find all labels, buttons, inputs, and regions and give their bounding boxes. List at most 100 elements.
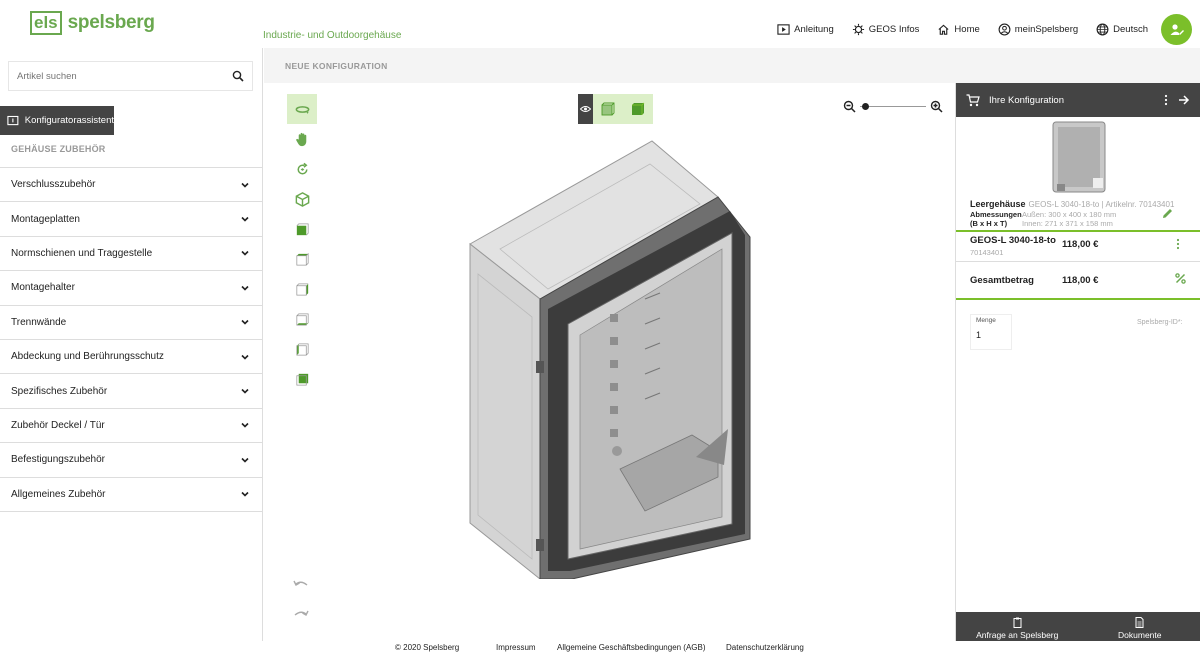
logo-text: spelsberg: [67, 12, 155, 33]
tagline: Industrie- und Outdoorgehäuse: [263, 30, 402, 41]
nav-language-label: Deutsch: [1113, 24, 1148, 35]
undo-icon: [293, 580, 308, 586]
view-left-tool[interactable]: [287, 334, 317, 364]
gear-icon: [852, 23, 864, 36]
visibility-toggle[interactable]: [578, 94, 593, 124]
chevron-down-icon: [241, 217, 249, 222]
zoom-control: [843, 99, 943, 113]
user-edit-icon: [1170, 23, 1184, 35]
category-verschlusszubehoer[interactable]: Verschlusszubehör: [0, 168, 262, 203]
chevron-down-icon: [241, 388, 249, 394]
rotate-tool[interactable]: [287, 94, 317, 124]
dims-label: Abmessungen: [970, 210, 1022, 219]
product-dimensions: Abmessungen Außen: 300 x 400 x 180 mm (B…: [970, 210, 1116, 228]
divider: [956, 261, 1200, 262]
category-trennwaende[interactable]: Trennwände: [0, 306, 262, 340]
page-footer: © 2020 Spelsberg Impressum Allgemeine Ge…: [0, 641, 1200, 653]
pan-tool[interactable]: [287, 124, 317, 154]
category-montageplatten[interactable]: Montageplatten: [0, 202, 262, 237]
search-box: [8, 61, 253, 91]
redo-button[interactable]: [292, 609, 310, 624]
assistant-icon: [7, 115, 19, 125]
cube-icon: [295, 191, 309, 207]
cube-left-icon: [295, 342, 309, 356]
footer-agb-link[interactable]: Allgemeine Geschäftsbedingungen (AGB): [557, 643, 706, 652]
reset-view-tool[interactable]: [287, 154, 317, 184]
pencil-icon[interactable]: [1161, 207, 1174, 220]
redo-icon: [294, 610, 309, 616]
chevron-down-icon: [241, 285, 249, 291]
nav-mein-spelsberg-label: meinSpelsberg: [1014, 24, 1079, 35]
view-right-tool[interactable]: [287, 274, 317, 304]
clipboard-icon: [1013, 617, 1022, 628]
user-menu-button[interactable]: [1161, 14, 1192, 45]
zoom-in-icon[interactable]: [930, 100, 943, 113]
category-label: Zubehör Deckel / Tür: [11, 419, 105, 431]
cube-back-icon: [295, 373, 308, 386]
product-type-line: Leergehäuse GEOS-L 3040-18-to | Artikeln…: [970, 199, 1174, 209]
category-label: Trennwände: [11, 316, 67, 328]
view-mode-toggle: [578, 94, 653, 124]
logo-mark: els: [30, 11, 62, 35]
search-icon[interactable]: [232, 70, 244, 82]
view-back-tool[interactable]: [287, 364, 317, 394]
chevron-down-icon: [241, 457, 249, 463]
nav-language[interactable]: Deutsch: [1096, 23, 1148, 36]
line-item-price: 118,00 €: [1062, 239, 1099, 250]
cube-transparent-icon: [601, 102, 615, 116]
quantity-field[interactable]: Menge 1: [970, 314, 1012, 350]
line-item-menu-button[interactable]: [1175, 238, 1181, 253]
home-icon: [938, 24, 949, 35]
category-zubehoer-deckel-tuer[interactable]: Zubehör Deckel / Tür: [0, 409, 262, 444]
arrow-right-icon[interactable]: [1178, 94, 1190, 106]
zoom-slider[interactable]: [860, 102, 926, 110]
category-label: Normschienen und Traggestelle: [11, 247, 153, 259]
undo-button[interactable]: [292, 579, 310, 594]
chevron-down-icon: [241, 354, 249, 360]
category-abdeckung[interactable]: Abdeckung und Berührungsschutz: [0, 340, 262, 375]
play-icon: [777, 24, 790, 35]
zoom-out-icon[interactable]: [843, 100, 856, 113]
nav-mein-spelsberg[interactable]: meinSpelsberg: [998, 23, 1078, 36]
discount-button[interactable]: [1175, 273, 1186, 287]
category-label: Spezifisches Zubehör: [11, 385, 108, 397]
divider: [956, 230, 1200, 232]
spelsberg-logo[interactable]: els spelsberg: [30, 11, 155, 35]
category-allgemeines-zubehoer[interactable]: Allgemeines Zubehör: [0, 478, 262, 512]
configuration-footer: Anfrage an Spelsberg Dokumente: [956, 612, 1200, 641]
transparent-view-button[interactable]: [593, 100, 623, 118]
category-label: Montagehalter: [11, 282, 75, 294]
search-input[interactable]: [17, 70, 232, 82]
assistant-label: Konfiguratorassistent: [24, 115, 114, 126]
nav-geos-infos[interactable]: GEOS Infos: [852, 23, 919, 36]
rotate-icon: [295, 105, 309, 114]
category-spezifisches-zubehoer[interactable]: Spezifisches Zubehör: [0, 374, 262, 409]
zoom-slider-handle[interactable]: [862, 102, 869, 110]
header: els spelsberg Industrie- und Outdoorgehä…: [0, 0, 1200, 48]
divider: [956, 298, 1200, 300]
category-befestigungszubehoer[interactable]: Befestigungszubehör: [0, 443, 262, 478]
enclosure-3d-model: [469, 140, 751, 579]
more-vertical-icon: [1176, 238, 1180, 250]
category-montagehalter[interactable]: Montagehalter: [0, 271, 262, 306]
view-iso-tool[interactable]: [287, 184, 317, 214]
top-navigation: Anleitung GEOS Infos Home meinSpelsberg …: [777, 23, 1148, 36]
footer-impressum-link[interactable]: Impressum: [496, 643, 536, 652]
view-front-tool[interactable]: [287, 214, 317, 244]
eye-icon: [580, 106, 591, 112]
cube-front-icon: [296, 222, 309, 235]
category-normschienen[interactable]: Normschienen und Traggestelle: [0, 237, 262, 272]
view-top-tool[interactable]: [287, 244, 317, 274]
nav-home[interactable]: Home: [937, 23, 980, 36]
nav-anleitung[interactable]: Anleitung: [777, 23, 834, 36]
3d-viewer[interactable]: [264, 83, 955, 641]
request-button[interactable]: Anfrage an Spelsberg: [956, 612, 1079, 641]
view-bottom-tool[interactable]: [287, 304, 317, 334]
more-vertical-icon[interactable]: [1163, 94, 1169, 106]
documents-button[interactable]: Dokumente: [1079, 612, 1200, 641]
cart-icon: [966, 93, 980, 106]
footer-privacy-link[interactable]: Datenschutzerklärung: [726, 643, 804, 652]
solid-view-button[interactable]: [623, 100, 653, 118]
viewer-toolbar: [287, 94, 317, 394]
konfiguratorassistent-button[interactable]: Konfiguratorassistent: [0, 106, 114, 135]
